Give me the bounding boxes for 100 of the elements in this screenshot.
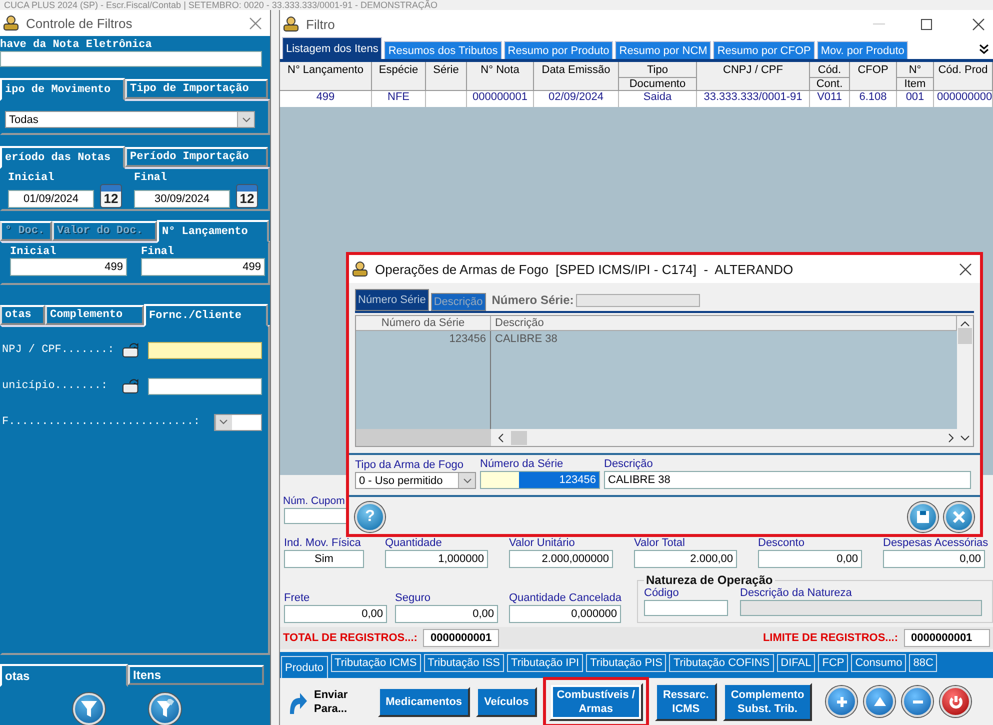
search-field[interactable] <box>576 294 700 306</box>
tab[interactable]: Tributação ISS <box>424 654 504 672</box>
field-label: Quantidade <box>385 537 443 549</box>
field-label: Inicial <box>10 246 58 258</box>
tab[interactable]: Fornc./Cliente <box>144 304 268 327</box>
field-label: Quantidade Cancelada <box>509 592 621 604</box>
tab[interactable]: Resumo por CFOP <box>713 41 815 59</box>
close-icon[interactable] <box>972 18 985 30</box>
scrollbar-thumb[interactable] <box>958 328 972 344</box>
input-field[interactable]: 0,00 <box>758 550 862 568</box>
tab[interactable]: Resumo por NCM <box>615 41 712 59</box>
input-field[interactable]: 0,00 <box>284 605 387 623</box>
field-label: Final <box>134 172 168 184</box>
tab[interactable]: Mov. por Produto <box>816 41 908 59</box>
field-label: Número da Série <box>480 458 564 470</box>
tab[interactable]: Número Série <box>355 289 429 311</box>
tab[interactable]: Resumos dos Tributos <box>384 41 502 59</box>
tab[interactable]: Itens <box>128 665 264 685</box>
input-field[interactable] <box>148 378 262 394</box>
field-label: Ind. Mov. Física <box>284 537 362 549</box>
input-field[interactable]: 2.000,00 <box>634 550 737 568</box>
scroll-up-icon[interactable] <box>960 320 970 328</box>
field-label: Tipo da Arma de Fogo <box>355 459 464 471</box>
column-header: Data Emissão <box>534 62 619 91</box>
tab[interactable]: Tributação PIS <box>586 654 666 672</box>
input-field[interactable]: 499 <box>141 258 265 276</box>
dropdown-field[interactable] <box>214 414 262 430</box>
window-title: Controle de Filtros <box>26 16 134 30</box>
up-button[interactable] <box>864 686 896 717</box>
save-button[interactable] <box>908 502 938 532</box>
column-header: Número da Série <box>356 316 491 331</box>
tab[interactable]: eríodo das Notas <box>0 146 125 169</box>
add-button[interactable] <box>826 686 858 717</box>
tab[interactable]: Complemento <box>45 305 144 325</box>
tab[interactable]: Tipo de Importação <box>125 79 268 99</box>
filter-button[interactable] <box>73 693 105 725</box>
action-button[interactable]: Complemento Subst. Trib. <box>722 682 812 720</box>
close-icon[interactable] <box>959 262 972 276</box>
action-button[interactable]: Ressarc. ICMS <box>654 682 717 720</box>
date-field[interactable]: 30/09/2024 <box>134 190 230 208</box>
input-field[interactable] <box>644 600 728 616</box>
caret-icon <box>462 478 472 484</box>
tab[interactable]: otas <box>0 664 128 687</box>
input-field[interactable]: 0,000000 <box>509 605 621 623</box>
dropdown-field[interactable]: Todas <box>5 111 255 128</box>
lookup-icon[interactable] <box>122 342 140 358</box>
double-chevron-icon[interactable] <box>979 44 989 54</box>
tab[interactable]: N° Lançamento <box>157 220 269 243</box>
tab[interactable]: Produto <box>281 656 328 678</box>
cancel-button[interactable] <box>944 502 974 532</box>
field-label: Valor Unitário <box>509 537 576 549</box>
calendar-icon[interactable]: 12 <box>236 184 258 208</box>
input-field[interactable] <box>148 342 262 358</box>
input-field[interactable]: 2.000,000000 <box>509 550 613 568</box>
caret-icon <box>242 116 250 122</box>
tab[interactable]: DIFAL <box>776 654 816 672</box>
column-header: Descrição <box>491 316 957 331</box>
tab[interactable]: ipo de Movimento <box>0 78 125 101</box>
field-label: Núm. Cupom <box>283 495 345 507</box>
column-header: Cód. Prod <box>934 62 993 91</box>
action-button[interactable]: Medicamentos <box>378 686 470 716</box>
field-label: Valor Total <box>634 537 686 549</box>
limit-field[interactable]: 0000000001 <box>904 629 990 647</box>
input-field[interactable] <box>0 51 262 67</box>
send-to-label: Enviar Para... <box>314 688 348 716</box>
field-label: have da Nota Eletrônica <box>0 39 153 51</box>
tab[interactable]: 88C <box>909 654 938 672</box>
power-icon <box>948 694 964 710</box>
table-cell: 123456 <box>356 331 491 388</box>
input-field[interactable]: 1,000000 <box>385 550 488 568</box>
maximize-icon[interactable] <box>921 18 932 30</box>
power-button[interactable] <box>940 686 972 717</box>
app-logo-icon <box>2 15 20 31</box>
tab[interactable]: Listagem dos Itens <box>282 37 382 59</box>
tab[interactable]: Resumo por Produto <box>504 41 614 59</box>
app-logo-icon <box>351 261 369 277</box>
tab[interactable]: Tributação COFINS <box>669 654 774 672</box>
dropdown-field[interactable]: 0 - Uso permitido <box>355 472 476 489</box>
scroll-down-icon[interactable] <box>960 434 970 442</box>
action-button[interactable]: Veículos <box>476 686 537 716</box>
calendar-icon[interactable]: 12 <box>100 184 122 208</box>
date-field[interactable]: 01/09/2024 <box>8 190 94 208</box>
tab[interactable]: Consumo <box>851 654 906 672</box>
tab[interactable]: Período Importação <box>125 147 268 167</box>
tab[interactable]: otas <box>0 305 45 325</box>
input-field[interactable]: 123456 <box>480 471 600 489</box>
tab[interactable]: Tributação IPI <box>507 654 584 672</box>
input-field[interactable]: 0,00 <box>883 550 985 568</box>
input-field[interactable]: Sim <box>284 550 364 568</box>
input-field[interactable]: 499 <box>10 258 127 276</box>
input-field[interactable]: CALIBRE 38 <box>604 471 971 489</box>
scrollbar-thumb[interactable] <box>511 430 527 444</box>
remove-button[interactable] <box>902 686 934 717</box>
input-field[interactable]: 0,00 <box>395 605 498 623</box>
clear-filter-icon <box>156 699 174 719</box>
lookup-icon[interactable] <box>122 378 140 394</box>
total-label: TOTAL DE REGISTROS...: <box>283 632 418 644</box>
clear-filter-button[interactable] <box>149 693 181 725</box>
tab[interactable]: FCP <box>818 654 848 672</box>
tab[interactable]: Tributação ICMS <box>330 654 421 672</box>
